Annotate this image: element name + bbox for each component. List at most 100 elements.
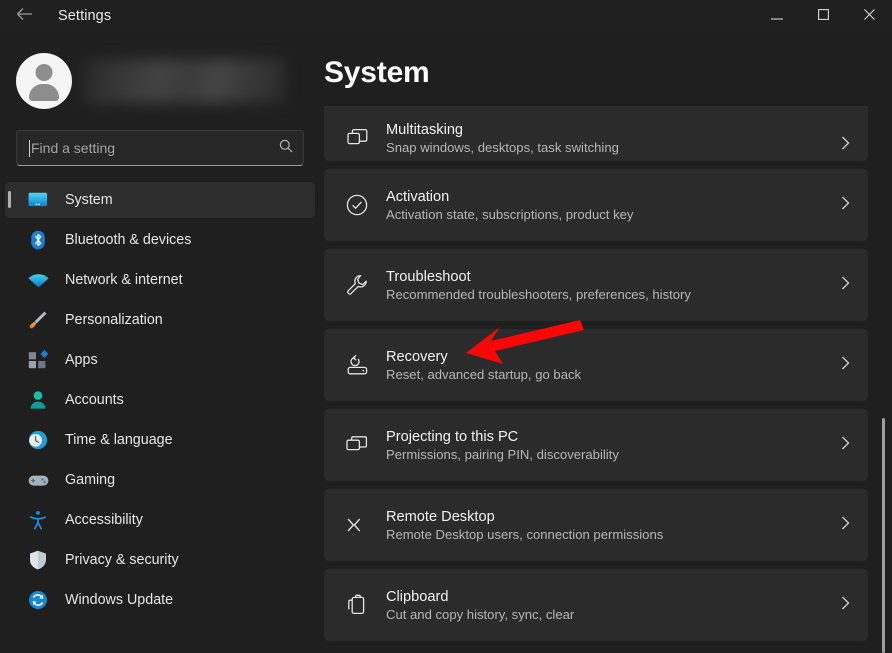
window-controls [754, 0, 892, 32]
gamepad-icon [27, 470, 49, 490]
search-placeholder: Find a setting [31, 140, 116, 156]
card-title: Recovery [386, 348, 448, 365]
account-person-icon [27, 390, 49, 410]
apps-icon [27, 350, 49, 370]
card-title: Troubleshoot [386, 268, 471, 285]
close-icon [863, 7, 875, 25]
sidebar-item-label: Apps [65, 352, 98, 368]
back-button[interactable] [4, 0, 44, 32]
sidebar-item-label: Network & internet [65, 272, 183, 288]
sidebar-item-label: Windows Update [65, 592, 174, 608]
card-title: Projecting to this PC [386, 428, 519, 445]
bluetooth-icon [27, 230, 49, 250]
close-button[interactable] [846, 0, 892, 32]
page-title: System [324, 56, 430, 89]
search-icon[interactable] [279, 139, 293, 158]
card-title: Clipboard [386, 588, 449, 605]
sidebar-item-label: Time & language [65, 432, 173, 448]
card-text: Remote Desktop Remote Desktop users, con… [386, 509, 841, 542]
avatar-body [29, 84, 59, 101]
card-text: Activation Activation state, subscriptio… [386, 189, 841, 222]
sidebar-item-label: System [65, 192, 113, 208]
scrollbar-thumb[interactable] [882, 418, 885, 653]
card-subtitle: Recommended troubleshooters, preferences… [386, 286, 691, 302]
sidebar-item-label: Gaming [65, 472, 116, 488]
settings-card-projecting-to-this-pc[interactable]: Projecting to this PC Permissions, pairi… [324, 409, 868, 481]
sidebar-item-accessibility[interactable]: Accessibility [5, 502, 315, 538]
card-text: Clipboard Cut and copy history, sync, cl… [386, 589, 841, 622]
sidebar-item-system[interactable]: System [5, 182, 315, 218]
wifi-icon [27, 270, 49, 290]
sidebar-item-apps[interactable]: Apps [5, 342, 315, 378]
settings-card-remote-desktop[interactable]: Remote Desktop Remote Desktop users, con… [324, 489, 868, 561]
wrench-icon [340, 268, 374, 302]
settings-card-multitasking[interactable]: Multitasking Snap windows, desktops, tas… [324, 106, 868, 161]
accessibility-person-icon [27, 510, 49, 530]
card-text: Recovery Reset, advanced startup, go bac… [386, 349, 841, 382]
sidebar-item-personalization[interactable]: Personalization [5, 302, 315, 338]
clipboard-icon [340, 588, 374, 622]
remote-desktop-icon [340, 508, 374, 542]
sidebar-item-label: Accounts [65, 392, 124, 408]
account-summary[interactable] [0, 46, 320, 116]
sidebar-item-accounts[interactable]: Accounts [5, 382, 315, 418]
sidebar-item-network-internet[interactable]: Network & internet [5, 262, 315, 298]
card-subtitle: Permissions, pairing PIN, discoverabilit… [386, 446, 619, 462]
sidebar-item-windows-update[interactable]: Windows Update [5, 582, 315, 618]
settings-card-troubleshoot[interactable]: Troubleshoot Recommended troubleshooters… [324, 249, 868, 321]
settings-card-recovery[interactable]: Recovery Reset, advanced startup, go bac… [324, 329, 868, 401]
settings-card-clipboard[interactable]: Clipboard Cut and copy history, sync, cl… [324, 569, 868, 641]
card-text: Projecting to this PC Permissions, pairi… [386, 429, 841, 462]
account-name-blurred [84, 59, 284, 103]
sidebar-item-label: Personalization [65, 312, 163, 328]
chevron-right-icon[interactable] [841, 516, 850, 535]
settings-card-activation[interactable]: Activation Activation state, subscriptio… [324, 169, 868, 241]
sidebar-item-time-language[interactable]: Time & language [5, 422, 315, 458]
main-content: System Multitasking Snap windows, deskto… [320, 32, 892, 653]
windows-stack-icon [340, 121, 374, 155]
sidebar-item-gaming[interactable]: Gaming [5, 462, 315, 498]
chevron-right-icon[interactable] [841, 136, 850, 155]
chevron-right-icon[interactable] [841, 276, 850, 295]
chevron-right-icon[interactable] [841, 196, 850, 215]
project-screen-icon [340, 428, 374, 462]
recovery-reset-icon [340, 348, 374, 382]
search-input[interactable]: Find a setting [16, 130, 304, 166]
check-circle-icon [340, 188, 374, 222]
app-title: Settings [58, 8, 112, 24]
card-subtitle: Cut and copy history, sync, clear [386, 606, 575, 622]
text-caret [29, 139, 30, 157]
card-subtitle: Activation state, subscriptions, product… [386, 206, 634, 222]
minimize-button[interactable] [754, 0, 800, 32]
minimize-icon [771, 7, 783, 25]
clock-globe-icon [27, 430, 49, 450]
sidebar: Find a setting System Bluetooth & device… [0, 32, 320, 653]
card-title: Multitasking [386, 122, 464, 138]
paintbrush-icon [27, 310, 49, 330]
sidebar-item-label: Privacy & security [65, 552, 179, 568]
titlebar: Settings [0, 0, 892, 32]
card-title: Remote Desktop [386, 508, 495, 525]
sidebar-nav: System Bluetooth & devices Network & int… [0, 182, 320, 618]
avatar-head [35, 64, 53, 81]
person-avatar-icon [16, 53, 72, 109]
shield-icon [27, 550, 49, 570]
sidebar-item-label: Bluetooth & devices [65, 232, 192, 248]
maximize-button[interactable] [800, 0, 846, 32]
card-subtitle: Remote Desktop users, connection permiss… [386, 526, 664, 542]
sidebar-item-privacy-security[interactable]: Privacy & security [5, 542, 315, 578]
chevron-right-icon[interactable] [841, 356, 850, 375]
card-subtitle: Reset, advanced startup, go back [386, 366, 582, 382]
settings-card-list: Multitasking Snap windows, desktops, tas… [320, 106, 892, 649]
monitor-icon [27, 190, 49, 210]
back-arrow-icon [16, 7, 33, 26]
sidebar-item-label: Accessibility [65, 512, 143, 528]
update-refresh-icon [27, 590, 49, 610]
chevron-right-icon[interactable] [841, 596, 850, 615]
search-container: Find a setting [0, 130, 320, 166]
card-text: Troubleshoot Recommended troubleshooters… [386, 269, 841, 302]
card-title: Activation [386, 188, 450, 205]
chevron-right-icon[interactable] [841, 436, 850, 455]
maximize-icon [817, 7, 829, 25]
sidebar-item-bluetooth-devices[interactable]: Bluetooth & devices [5, 222, 315, 258]
